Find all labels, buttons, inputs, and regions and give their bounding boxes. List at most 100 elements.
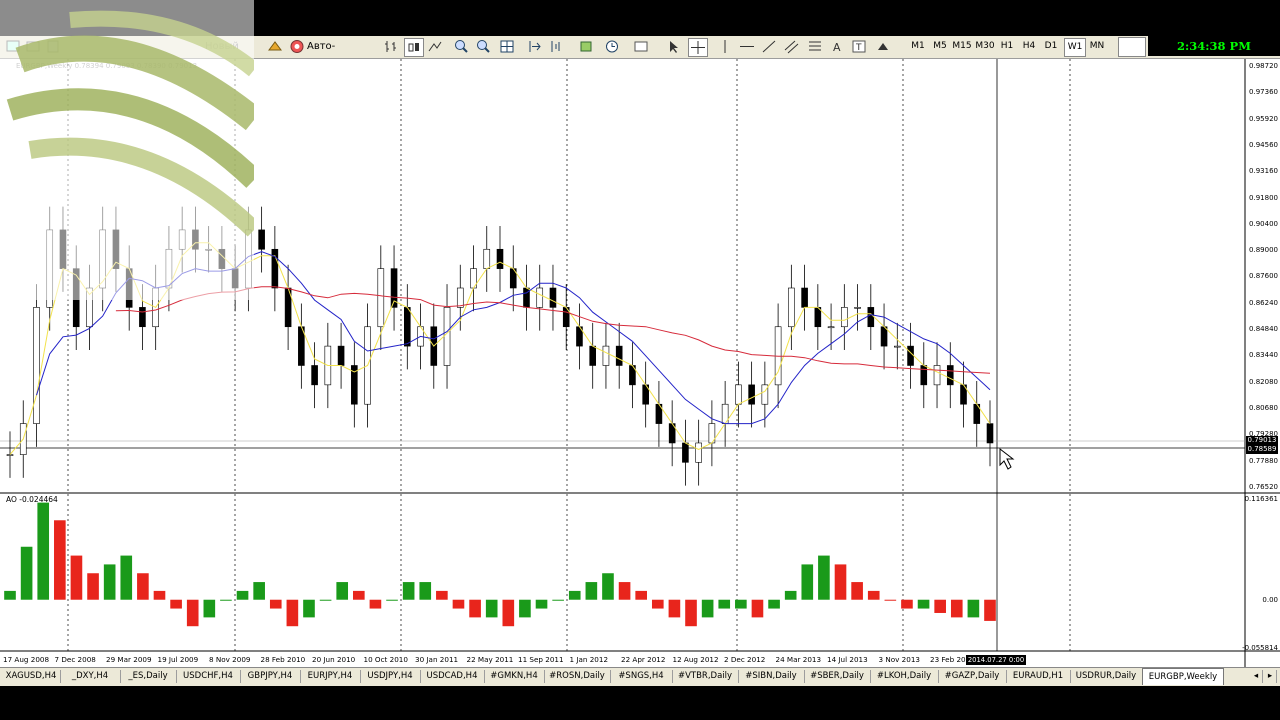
tile-windows-icon[interactable]	[498, 38, 516, 55]
date-label: 14 Jul 2013	[827, 655, 868, 664]
timeframe-d1[interactable]: D1	[1041, 38, 1061, 55]
price-bar-body	[801, 287, 808, 308]
price-bar-body	[377, 268, 385, 328]
chart-tab[interactable]: USDJPY,H4	[360, 670, 421, 683]
horizontal-line-icon[interactable]	[738, 38, 756, 55]
trendline-icon[interactable]	[760, 38, 778, 55]
chart-tab[interactable]: USDRUR,Daily	[1070, 670, 1143, 683]
autotrade-icon[interactable]	[288, 38, 306, 55]
chart-tab[interactable]: #GMKN,H4	[484, 670, 545, 683]
chart-tab[interactable]: EURAUD,H1	[1006, 670, 1071, 683]
chart-tab[interactable]: GBPJPY,H4	[240, 670, 301, 683]
timeframe-h1[interactable]: H1	[997, 38, 1017, 55]
price-bar-body	[695, 442, 702, 463]
chart-tab[interactable]: #SNGS,H4	[610, 670, 673, 683]
ao-bar	[203, 599, 216, 618]
chart-tab[interactable]: #ROSN,Daily	[544, 670, 611, 683]
chart-shift-icon[interactable]	[548, 38, 566, 55]
bar-chart-icon[interactable]	[382, 38, 400, 55]
timeframe-h4[interactable]: H4	[1019, 38, 1039, 55]
vertical-line-icon[interactable]	[716, 38, 734, 55]
chart-window[interactable]: EURGBP,Weekly 0.78394 0.79093 0.78390 0.…	[0, 0, 1280, 667]
ao-bar	[768, 599, 780, 609]
price-label: 0.80680	[1249, 403, 1278, 412]
chart-tab[interactable]: #LKOH,Daily	[870, 670, 939, 683]
zoom-in-icon[interactable]	[452, 38, 470, 55]
chart-tab[interactable]: USDCHF,H4	[176, 670, 241, 683]
timeframe-m1[interactable]: M1	[908, 38, 928, 55]
chart-tab[interactable]: USDCAD,H4	[420, 670, 485, 683]
cursor-icon[interactable]	[664, 38, 682, 55]
price-label: 0.77880	[1249, 456, 1278, 465]
ao-bar	[186, 599, 199, 627]
ao-bar	[269, 599, 282, 609]
chart-tab[interactable]: #SBER,Daily	[804, 670, 871, 683]
text-icon[interactable]: A	[828, 38, 846, 55]
chart-tab[interactable]: EURJPY,H4	[300, 670, 361, 683]
ao-bar	[784, 590, 797, 600]
ao-bar	[220, 599, 232, 601]
price-bar-body	[403, 307, 411, 347]
svg-text:T: T	[855, 43, 862, 53]
tab-scroll-right-icon[interactable]: ▸	[1264, 670, 1277, 683]
expert-editor-icon[interactable]	[266, 38, 284, 55]
chart-tab[interactable]: EURGBP,Weekly	[1142, 668, 1224, 685]
profiles-icon[interactable]	[24, 38, 42, 55]
price-bar-body	[748, 384, 755, 405]
ao-bar	[87, 573, 99, 600]
ao-bar	[436, 590, 448, 600]
new-order-button[interactable]: Новый Ордер	[205, 38, 265, 69]
chart-tab[interactable]: #GAZP,Daily	[938, 670, 1007, 683]
fibonacci-icon[interactable]	[806, 38, 824, 55]
tab-scroll-left-icon[interactable]: ◂	[1250, 670, 1263, 683]
candles-icon[interactable]	[404, 38, 424, 57]
price-label: 0.87600	[1249, 272, 1278, 281]
chart-tab[interactable]: _DXY,H4	[60, 670, 121, 683]
ao-bar	[685, 599, 697, 627]
timeframe-w1[interactable]: W1	[1064, 38, 1086, 57]
templates-icon[interactable]	[632, 38, 650, 55]
bid-price-badge: 0.78589	[1246, 445, 1278, 454]
periods-icon[interactable]	[604, 38, 622, 55]
price-label: 0.89000	[1249, 246, 1278, 255]
chart-tab[interactable]: #SIBN,Daily	[738, 670, 805, 683]
date-label: 22 Apr 2012	[621, 655, 666, 664]
timeframe-m5[interactable]: M5	[930, 38, 950, 55]
timeframe-m15[interactable]: M15	[951, 38, 973, 55]
line-chart-icon[interactable]	[426, 38, 444, 55]
search-box[interactable]	[1118, 37, 1146, 57]
ao-bar	[319, 599, 332, 601]
channel-icon[interactable]	[782, 38, 800, 55]
new-chart-icon[interactable]	[4, 38, 22, 55]
date-label: 28 Feb 2010	[260, 655, 306, 664]
price-bar-body	[311, 365, 318, 386]
autoscroll-icon[interactable]	[526, 38, 544, 55]
price-bar-body	[496, 248, 504, 269]
ao-bar	[502, 599, 515, 627]
crosshair-icon[interactable]	[688, 38, 708, 57]
timeframe-m30[interactable]: M30	[974, 38, 996, 55]
price-bar-body	[893, 345, 901, 348]
price-label: 0.97360	[1249, 88, 1278, 97]
chart-tab[interactable]: #VTBR,Daily	[672, 670, 739, 683]
ao-bar	[917, 599, 930, 609]
ao-bar	[419, 582, 432, 600]
ao-bar	[735, 599, 747, 609]
price-bar-body	[443, 307, 451, 366]
chart-canvas[interactable]	[0, 59, 1280, 667]
chart-tab[interactable]: XAGUSD,H4	[2, 670, 61, 683]
ao-bar	[485, 599, 498, 618]
arrows-icon[interactable]	[874, 38, 892, 55]
zoom-out-icon[interactable]	[474, 38, 492, 55]
ao-bar	[602, 573, 614, 600]
price-bar-body	[549, 287, 557, 308]
date-label: 24 Mar 2013	[775, 655, 822, 664]
autotrade-button[interactable]: Авто-торговля	[307, 38, 377, 69]
timeframe-mn[interactable]: MN	[1086, 38, 1108, 55]
text-label-icon[interactable]: T	[850, 38, 868, 55]
ao-bar	[984, 599, 996, 621]
price-label: 0.84840	[1249, 325, 1278, 333]
indicators-icon[interactable]	[578, 38, 596, 55]
chart-tab[interactable]: _ES,Daily	[120, 670, 177, 683]
market-watch-icon[interactable]	[44, 38, 62, 55]
